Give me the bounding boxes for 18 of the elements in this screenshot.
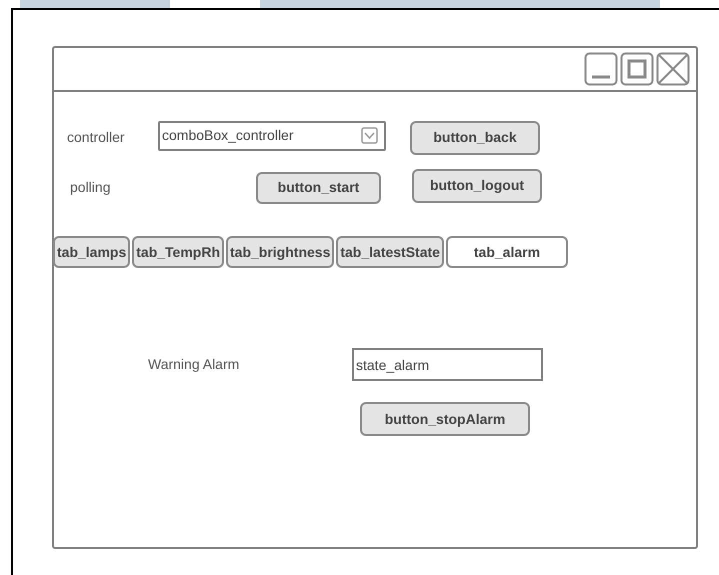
tab[interactable]: tab_brightness bbox=[226, 236, 334, 268]
stop-alarm-button[interactable]: button_stopAlarm bbox=[360, 402, 530, 436]
tab[interactable]: tab_alarm bbox=[446, 236, 568, 268]
tab[interactable]: tab_lamps bbox=[53, 236, 130, 268]
warning-alarm-label: Warning Alarm bbox=[148, 355, 240, 374]
start-button[interactable]: button_start bbox=[256, 172, 381, 204]
controller-dropdown[interactable]: comboBox_controller bbox=[158, 120, 386, 150]
tab[interactable]: tab_TempRh bbox=[132, 236, 224, 268]
polling-label: polling bbox=[70, 178, 112, 197]
chevron-down-icon bbox=[361, 127, 378, 144]
maximize-icon[interactable] bbox=[620, 52, 654, 86]
logout-button[interactable]: button_logout bbox=[412, 168, 542, 202]
controller-label: controller bbox=[67, 128, 126, 147]
minimize-icon[interactable] bbox=[584, 52, 618, 86]
alarm-state-field[interactable]: state_alarm bbox=[352, 348, 543, 381]
back-button[interactable]: button_back bbox=[410, 120, 540, 154]
close-icon[interactable] bbox=[656, 52, 690, 86]
tab[interactable]: tab_latestState bbox=[336, 236, 444, 268]
